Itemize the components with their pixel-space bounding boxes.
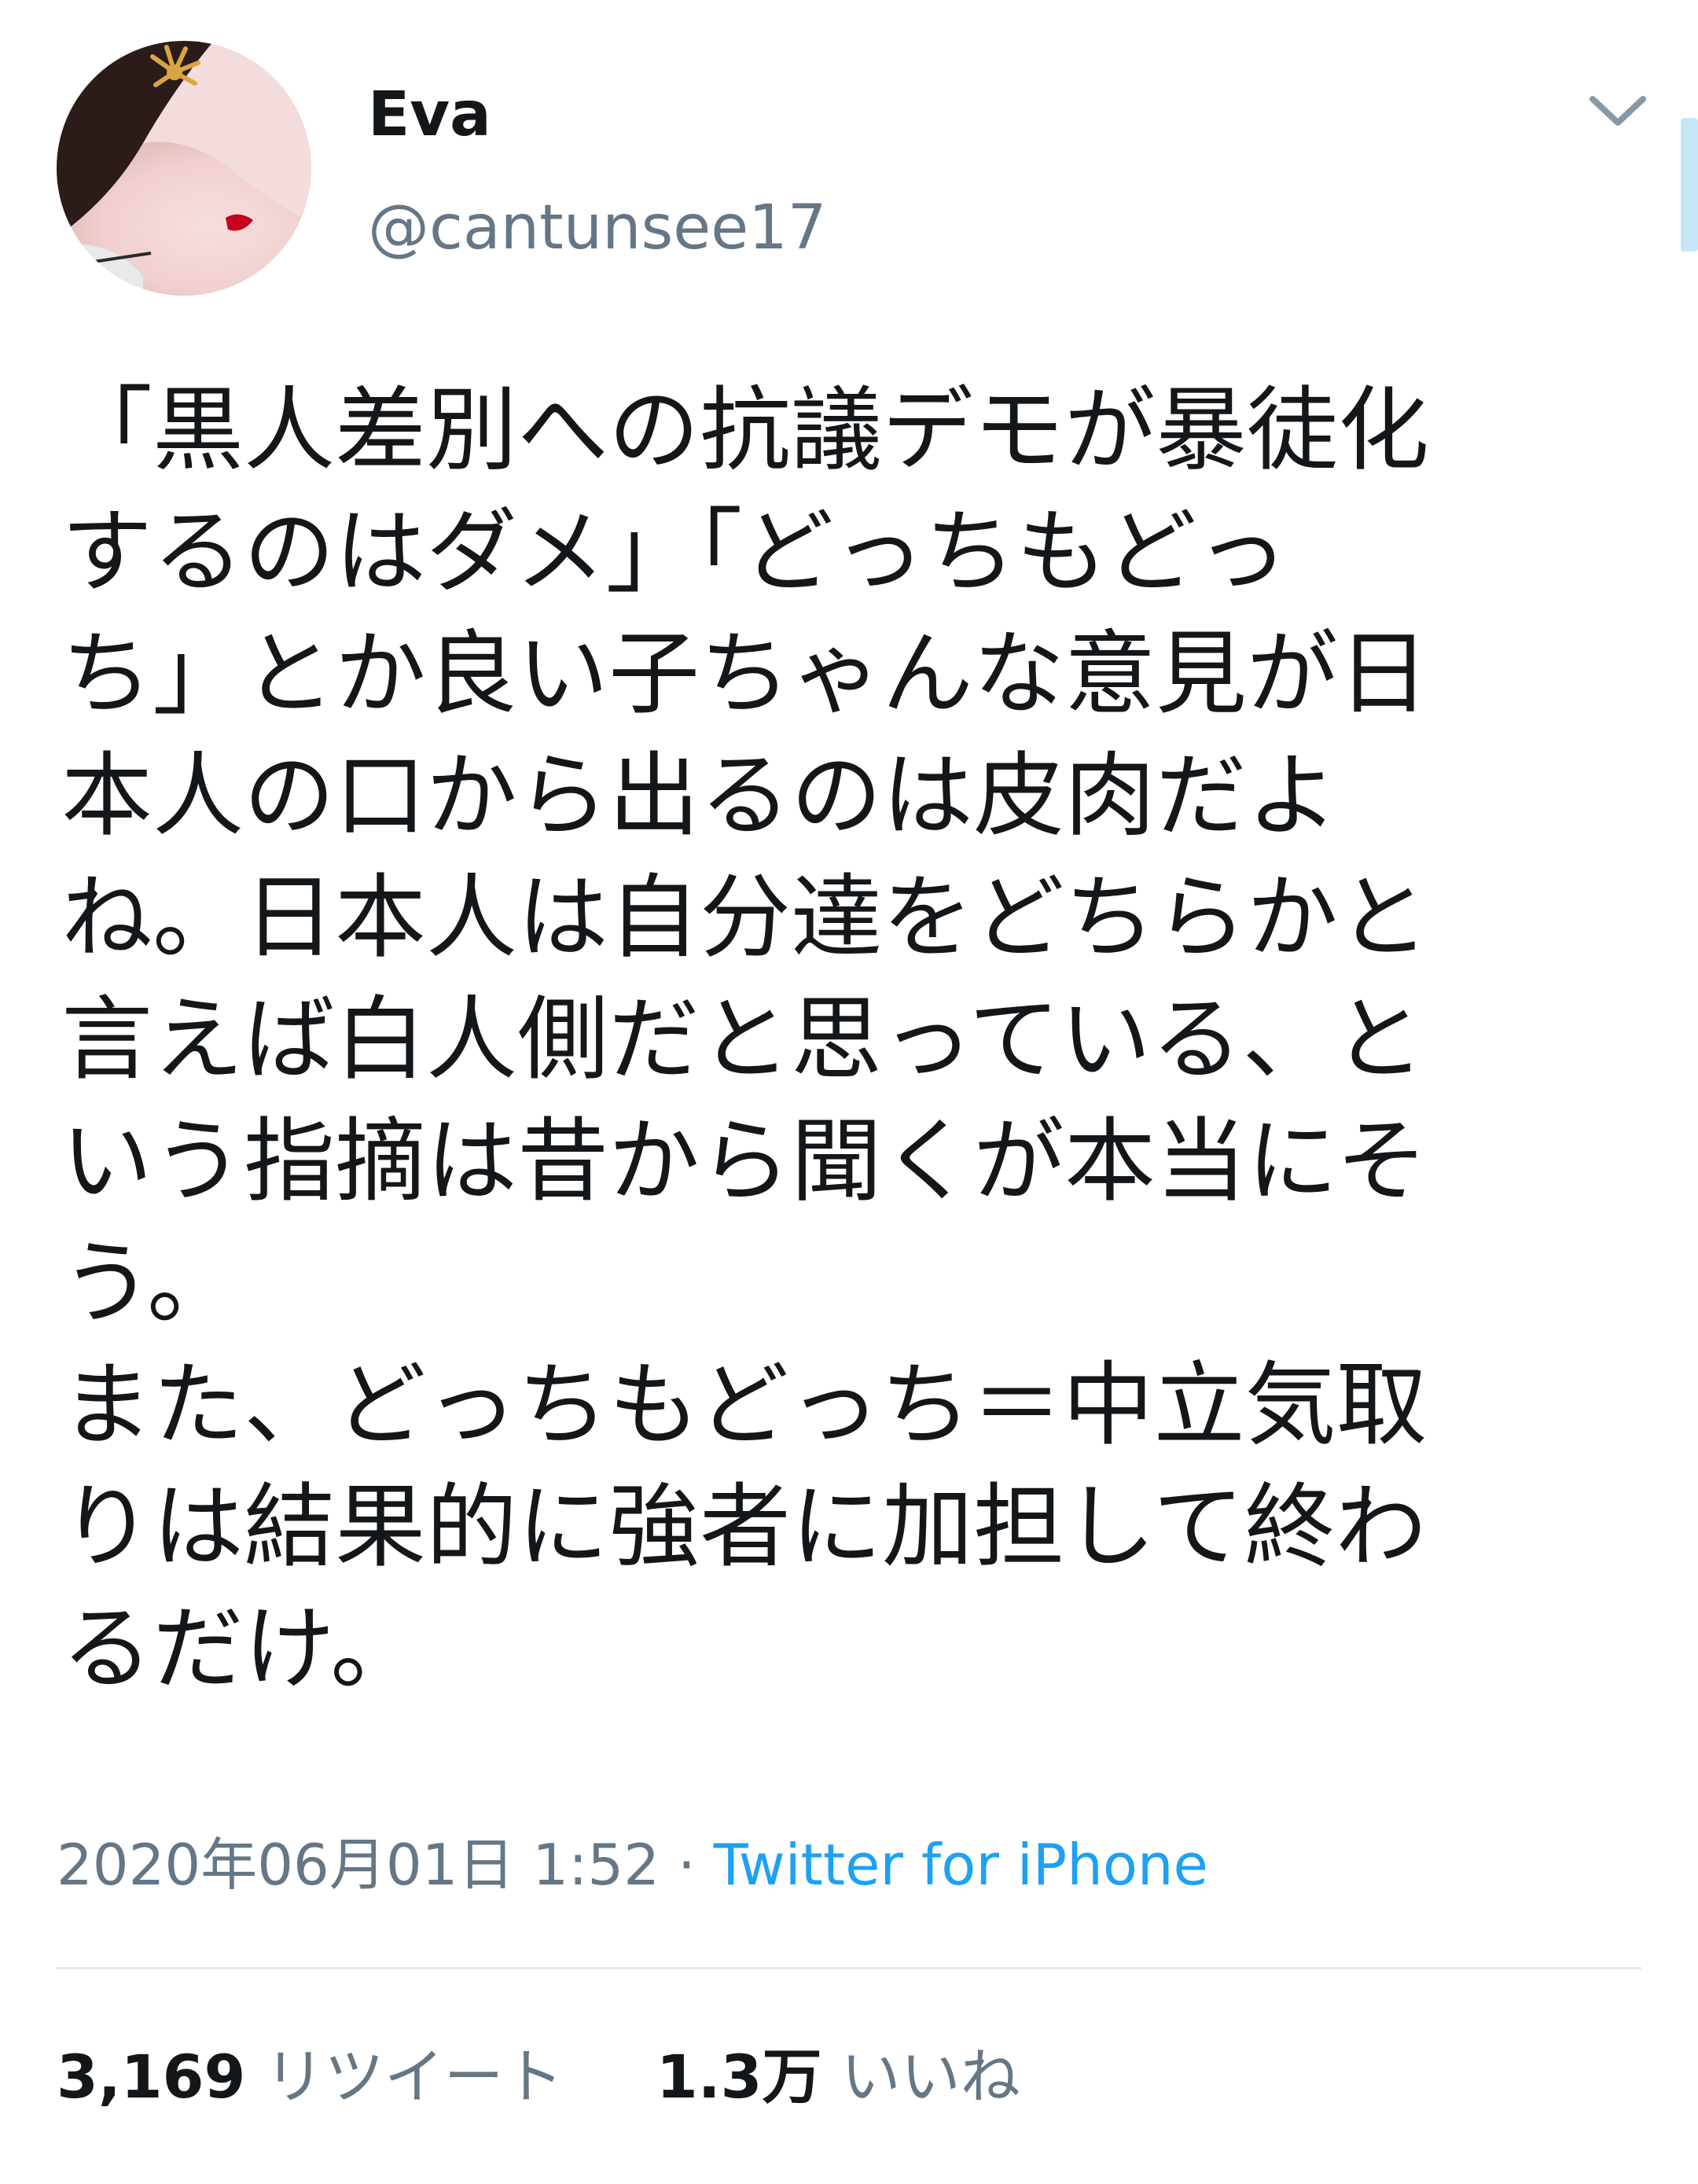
likes-label: いいね <box>840 2042 1020 2112</box>
divider <box>57 1967 1641 1969</box>
tweet-line: また、どっちもどっち＝中立気取 <box>61 1352 1428 1458</box>
tweet-line: 本人の口から出るのは皮肉だよ <box>61 743 1338 849</box>
avatar[interactable] <box>57 41 311 296</box>
tweet-meta: 2020年06月01日 1:52 · Twitter for iPhone <box>57 1826 1208 1904</box>
source-link[interactable]: Twitter for iPhone <box>714 1832 1208 1898</box>
tweet-line: りは結果的に強者に加担して終わ <box>61 1474 1427 1580</box>
tweet-line: いう指摘は昔から聞くが本当にそ <box>61 1109 1428 1215</box>
avatar-image <box>57 41 311 296</box>
likes-stat[interactable]: 1.3万 いいね <box>656 2042 1020 2112</box>
retweets-count: 3,169 <box>57 2042 246 2112</box>
chevron-down-icon <box>1590 96 1646 126</box>
tweet-line: ち」とか良い子ちゃんな意見が日 <box>61 621 1429 727</box>
tweet-line: ね。日本人は自分達をどちらかと <box>61 865 1429 971</box>
user-handle[interactable]: @cantunsee17 <box>368 189 826 267</box>
scrollbar[interactable] <box>1681 118 1698 252</box>
timestamp[interactable]: 2020年06月01日 1:52 <box>57 1832 660 1898</box>
likes-count: 1.3万 <box>656 2042 822 2112</box>
tweet-line: するのはダメ」「どっちもどっ <box>61 499 1288 605</box>
tweet-line: るだけ。 <box>61 1596 422 1702</box>
more-options-button[interactable] <box>1585 86 1651 137</box>
tweet-line: 言えば白人側だと思っている、と <box>61 987 1425 1093</box>
retweets-label: リツイート <box>264 2042 564 2112</box>
tweet-line: う。 <box>61 1230 239 1337</box>
retweets-stat[interactable]: 3,169 リツイート <box>57 2042 583 2112</box>
engagement-stats: 3,169 リツイート 1.3万 いいね <box>57 2038 1020 2116</box>
meta-separator: · <box>677 1832 696 1898</box>
tweet-text: 「黒人差別への抗議デモが暴徒化 するのはダメ」「どっちもどっ ち」とか良い子ちゃ… <box>61 370 1649 1710</box>
tweet-line: 「黒人差別への抗議デモが暴徒化 <box>61 377 1429 483</box>
display-name[interactable]: Eva <box>368 75 491 154</box>
